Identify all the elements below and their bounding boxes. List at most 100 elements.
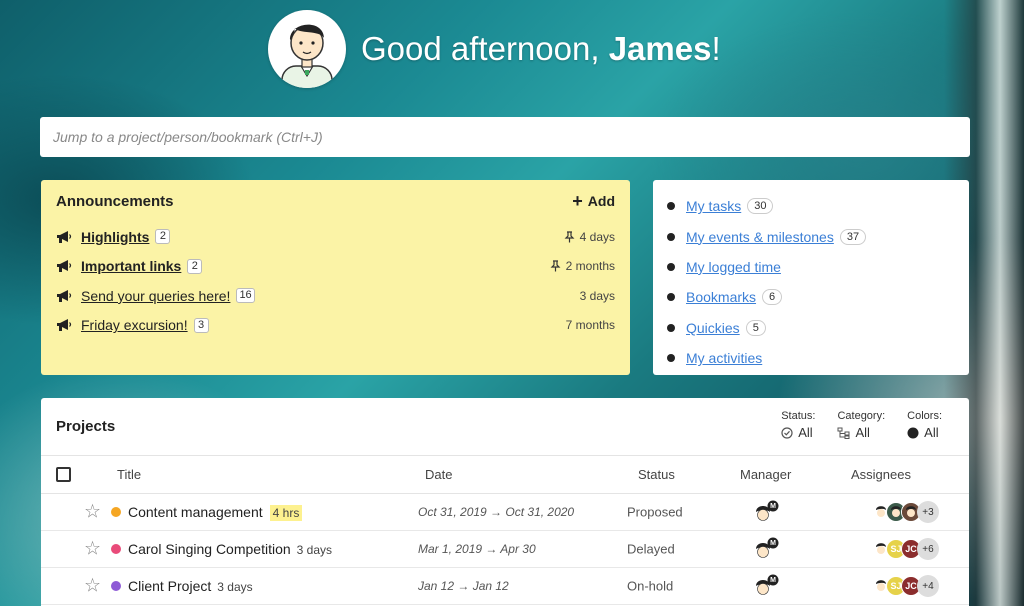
category-filter[interactable]: Category: All	[837, 410, 885, 440]
megaphone-icon	[57, 319, 72, 332]
quick-link-item: Bookmarks 6	[667, 282, 955, 312]
announcement-item: Highlights 2 4 days	[56, 222, 615, 252]
quick-link-item: My logged time	[667, 252, 955, 282]
pin-icon	[550, 260, 561, 272]
more-assignees-count: +6	[917, 538, 939, 560]
project-row[interactable]: ☆ Carol Singing Competition 3 days Mar 1, 2…	[41, 531, 969, 568]
svg-text:M: M	[770, 540, 776, 547]
announcement-item: Send your queries here! 16 3 days	[56, 281, 615, 311]
comment-count-badge: 2	[155, 229, 171, 245]
duration-label: 3 days	[217, 580, 253, 594]
project-status: Proposed	[627, 504, 683, 520]
project-title[interactable]: Client Project 3 days	[128, 578, 253, 594]
project-title[interactable]: Content management 4 hrs	[128, 504, 303, 521]
project-color-dot	[111, 507, 121, 517]
project-row[interactable]: ☆ Content management 4 hrs Oct 31, 2019 → O…	[41, 494, 969, 531]
quick-link-count: 6	[762, 289, 783, 306]
svg-text:M: M	[770, 503, 776, 510]
project-filters: Status: All Category: All Colors: All	[781, 410, 942, 440]
quick-link-item: My events & milestones 37	[667, 221, 955, 251]
announcement-link[interactable]: Highlights	[81, 229, 149, 245]
announcements-title: Announcements	[56, 193, 174, 210]
quick-link[interactable]: My events & milestones	[686, 229, 834, 245]
bullet-dot	[667, 262, 675, 271]
quick-link[interactable]: My logged time	[686, 259, 781, 275]
quick-link-count: 5	[745, 319, 766, 336]
assignees-group[interactable]: SJ JC +4	[871, 575, 939, 597]
bullet-dot	[667, 293, 675, 302]
manager-avatar[interactable]: M	[753, 574, 781, 598]
plus-icon: +	[572, 191, 583, 211]
arrow-right-icon: →	[486, 505, 506, 519]
bullet-dot	[667, 202, 675, 211]
project-date-range: Mar 1, 2019 → Apr 30	[418, 542, 536, 556]
column-title[interactable]: Title	[117, 467, 141, 482]
announcement-age: 4 days	[564, 230, 615, 244]
quick-link-count: 37	[839, 228, 867, 245]
status-filter[interactable]: Status: All	[781, 410, 815, 440]
megaphone-icon	[57, 289, 72, 302]
quick-link[interactable]: Quickies	[686, 320, 740, 336]
category-tree-icon	[837, 427, 850, 439]
project-title[interactable]: Carol Singing Competition 3 days	[128, 541, 332, 557]
project-color-dot	[111, 581, 121, 591]
announcement-link[interactable]: Send your queries here!	[81, 288, 230, 304]
announcement-age: 2 months	[550, 259, 615, 273]
quick-link[interactable]: My activities	[686, 350, 762, 366]
hours-badge: 4 hrs	[269, 505, 303, 521]
quick-links-panel: My tasks 30 My events & milestones 37 My log…	[653, 180, 969, 375]
manager-avatar[interactable]: M	[753, 500, 781, 524]
pin-icon	[564, 231, 575, 243]
quick-link-item: My activities	[667, 343, 955, 373]
quick-link[interactable]: My tasks	[686, 198, 741, 214]
column-manager[interactable]: Manager	[740, 467, 791, 482]
duration-label: 3 days	[296, 543, 332, 557]
greeting-text: Good afternoon, James!	[361, 30, 721, 67]
megaphone-icon	[57, 230, 72, 243]
category-filter-label: Category:	[837, 410, 886, 422]
colors-filter-label: Colors:	[907, 410, 942, 422]
quick-link-item: Quickies 5	[667, 313, 955, 343]
project-status: On-hold	[627, 578, 674, 594]
bullet-dot	[667, 232, 675, 241]
bullet-dot	[667, 323, 675, 332]
status-filter-label: Status:	[781, 410, 816, 422]
quick-link-count: 30	[747, 198, 774, 215]
colors-filter[interactable]: Colors: All	[907, 410, 942, 440]
arrow-right-icon: →	[482, 542, 501, 556]
column-status[interactable]: Status	[638, 467, 675, 482]
projects-table-header: Title Date Status Manager Assignees	[41, 456, 969, 494]
column-date[interactable]: Date	[425, 467, 452, 482]
announcement-item: Important links 2 2 months	[56, 252, 615, 282]
add-announcement-button[interactable]: + Add	[572, 191, 615, 212]
assignees-group[interactable]: SJ JC +6	[871, 538, 939, 560]
user-avatar[interactable]	[268, 10, 346, 88]
projects-title: Projects	[56, 418, 116, 435]
announcement-item: Friday excursion! 3 7 months	[56, 311, 615, 341]
announcements-panel: Announcements + Add Highlights 2 4 days Impo…	[41, 180, 630, 375]
avatar-illustration	[281, 24, 333, 88]
announcement-link[interactable]: Important links	[81, 258, 181, 274]
star-icon[interactable]: ☆	[84, 501, 101, 524]
column-assignees[interactable]: Assignees	[851, 467, 911, 482]
jump-search-input[interactable]	[40, 117, 970, 157]
quick-link[interactable]: Bookmarks	[686, 289, 756, 305]
more-assignees-count: +3	[917, 501, 939, 523]
more-assignees-count: +4	[917, 575, 939, 597]
project-row[interactable]: ☆ Client Project 3 days Jan 12 → Jan 12 On-h…	[41, 568, 969, 605]
assignees-group[interactable]: +3	[871, 501, 939, 523]
select-all-checkbox[interactable]	[56, 467, 71, 482]
announcement-link[interactable]: Friday excursion!	[81, 317, 188, 333]
project-color-dot	[111, 544, 121, 554]
project-date-range: Jan 12 → Jan 12	[418, 579, 509, 593]
announcement-age: 7 months	[565, 318, 615, 333]
manager-avatar[interactable]: M	[753, 537, 781, 561]
bullet-dot	[667, 354, 675, 363]
greeting-header: Good afternoon, James!	[268, 10, 721, 88]
announcement-age: 3 days	[579, 288, 615, 303]
star-icon[interactable]: ☆	[84, 575, 101, 598]
comment-count-badge: 16	[236, 288, 255, 304]
project-date-range: Oct 31, 2019 → Oct 31, 2020	[418, 505, 575, 519]
star-icon[interactable]: ☆	[84, 538, 101, 561]
color-dot-icon	[907, 427, 919, 438]
